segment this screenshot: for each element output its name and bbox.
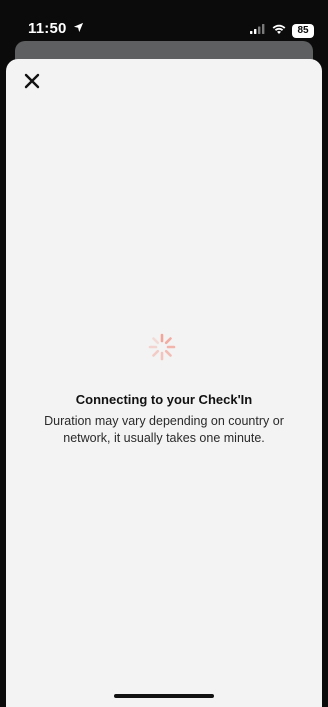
status-time: 11:50 <box>28 20 84 37</box>
close-button[interactable] <box>18 69 46 97</box>
time-label: 11:50 <box>28 20 67 37</box>
phone-screen: 11:50 85 Connecting to your Check'In Dur… <box>0 0 328 707</box>
close-icon <box>24 73 40 94</box>
modal-title: Connecting to your Check'In <box>75 392 253 407</box>
modal-subtitle: Duration may vary depending on country o… <box>44 414 284 445</box>
status-indicators: 85 <box>250 22 314 40</box>
location-arrow-icon <box>73 20 84 37</box>
cellular-signal-icon <box>250 22 266 40</box>
wifi-icon <box>272 22 286 40</box>
home-indicator[interactable] <box>114 694 214 698</box>
connecting-message: Connecting to your Check'In Duration may… <box>6 392 322 447</box>
connecting-modal: Connecting to your Check'In Duration may… <box>6 59 322 707</box>
spinner-icon <box>148 333 176 361</box>
battery-level: 85 <box>292 24 314 38</box>
